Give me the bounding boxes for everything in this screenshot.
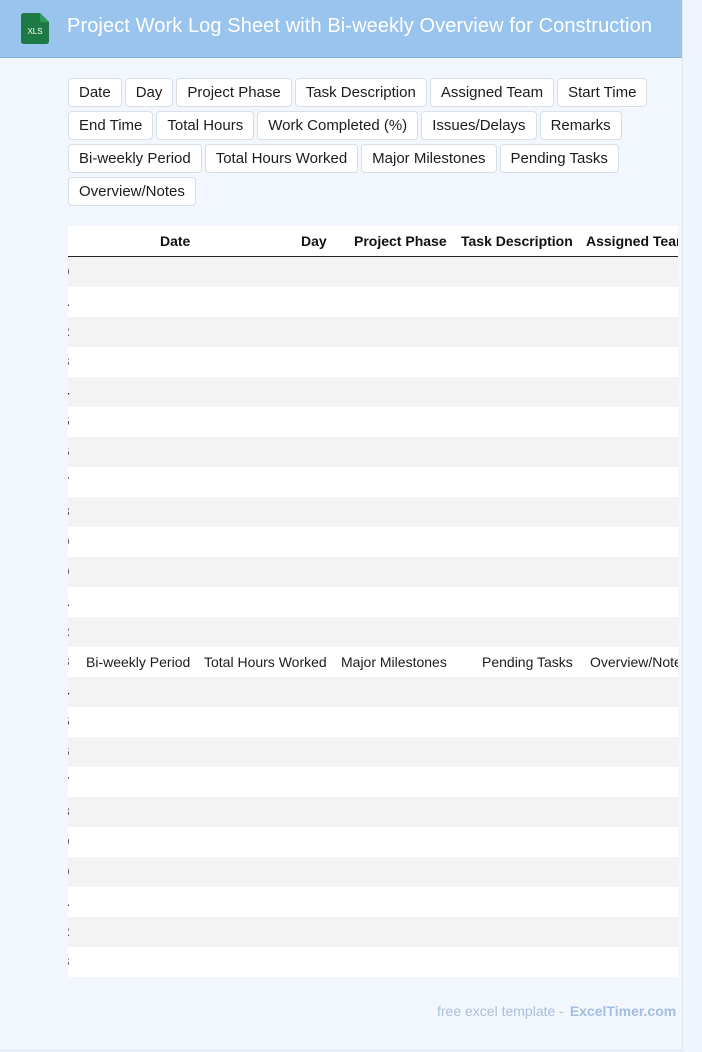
row-number: 7	[68, 774, 69, 789]
column-chip[interactable]: Overview/Notes	[68, 177, 196, 206]
row-number: 3	[68, 654, 69, 669]
row-number: 3	[68, 354, 69, 369]
column-chip[interactable]: Start Time	[557, 78, 648, 107]
table-row[interactable]: 6	[68, 737, 678, 767]
table-row[interactable]: 5	[68, 707, 678, 737]
table-row[interactable]: 8	[68, 497, 678, 527]
row-number: 6	[68, 444, 69, 459]
row-number: 1	[68, 294, 69, 309]
row-number: 4	[68, 684, 69, 699]
column-chip[interactable]: Project Phase	[176, 78, 292, 107]
table-row[interactable]: 1	[68, 287, 678, 317]
column-header-project-phase: Project Phase	[354, 233, 447, 249]
row-number: 8	[68, 504, 69, 519]
table-row[interactable]: 4	[68, 677, 678, 707]
column-header-day: Day	[301, 233, 327, 249]
row-number: 4	[68, 384, 69, 399]
table-row[interactable]: 1	[68, 887, 678, 917]
column-chip[interactable]: Total Hours Worked	[204, 144, 359, 173]
page-frame: XLS Project Work Log Sheet with Bi-weekl…	[0, 0, 683, 1051]
column-chip[interactable]: Work Completed (%)	[257, 111, 419, 140]
column-chip[interactable]: Issues/Delays	[421, 111, 537, 140]
svg-text:XLS: XLS	[27, 27, 42, 36]
footer-brand-link[interactable]: ExcelTimer.com	[570, 1003, 676, 1019]
row-number: 8	[68, 804, 69, 819]
row-number: 5	[68, 714, 69, 729]
column-chip[interactable]: Major Milestones	[361, 144, 497, 173]
row-number: 6	[68, 744, 69, 759]
row-number: 0	[68, 564, 69, 579]
table-row[interactable]: 0	[68, 557, 678, 587]
section-cell[interactable]: Bi-weekly Period	[86, 654, 190, 670]
table-header-row: Date Day Project Phase Task Description …	[68, 226, 678, 257]
table-row[interactable]: 5	[68, 407, 678, 437]
row-number: 2	[68, 924, 69, 939]
data-table: Date Day Project Phase Task Description …	[68, 226, 678, 977]
column-header-task-description: Task Description	[461, 233, 573, 249]
row-number: 2	[68, 624, 69, 639]
column-chip[interactable]: Remarks	[539, 111, 622, 140]
column-chip[interactable]: End Time	[68, 111, 154, 140]
table-row[interactable]: 4	[68, 377, 678, 407]
table-row[interactable]: 3	[68, 947, 678, 977]
column-chip-list: Date Day Project Phase Task Description Assi…	[68, 78, 668, 206]
table-row[interactable]: 1	[68, 587, 678, 617]
column-header-assigned-team: Assigned Team	[586, 233, 678, 249]
table-row[interactable]: 0	[68, 257, 678, 287]
page-header: XLS Project Work Log Sheet with Bi-weekl…	[0, 0, 682, 58]
column-chip[interactable]: Day	[124, 78, 174, 107]
column-chip[interactable]: Date	[68, 78, 122, 107]
section-cell[interactable]: Overview/Notes	[590, 654, 678, 670]
row-number: 7	[68, 474, 69, 489]
row-number: 3	[68, 954, 69, 969]
section-cell[interactable]: Pending Tasks	[482, 654, 573, 670]
table-row[interactable]: 9	[68, 527, 678, 557]
table-row[interactable]: 0	[68, 857, 678, 887]
column-header-date: Date	[160, 233, 191, 249]
row-number: 1	[68, 594, 69, 609]
table-row[interactable]: 2	[68, 917, 678, 947]
row-number: 2	[68, 324, 69, 339]
table-row[interactable]: 6	[68, 437, 678, 467]
column-chip[interactable]: Task Description	[294, 78, 427, 107]
row-number: 5	[68, 414, 69, 429]
table-row[interactable]: 2	[68, 617, 678, 647]
section-cell[interactable]: Total Hours Worked	[204, 654, 327, 670]
column-chip[interactable]: Total Hours	[156, 111, 255, 140]
table-row[interactable]: 9	[68, 827, 678, 857]
column-chip[interactable]: Pending Tasks	[499, 144, 619, 173]
page-title: Project Work Log Sheet with Bi-weekly Ov…	[67, 15, 653, 37]
row-number: 9	[68, 834, 69, 849]
section-cell[interactable]: Major Milestones	[341, 654, 447, 670]
row-number: 0	[68, 264, 69, 279]
footer-credit: free excel template - ExcelTimer.com	[437, 1003, 676, 1019]
row-number: 0	[68, 864, 69, 879]
table-row[interactable]: 3	[68, 347, 678, 377]
footer-text: free excel template -	[437, 1003, 564, 1019]
row-number: 1	[68, 894, 69, 909]
xls-file-icon: XLS	[21, 13, 49, 44]
table-row[interactable]: 3 Bi-weekly Period Total Hours Worked Major…	[68, 647, 678, 677]
column-chip[interactable]: Bi-weekly Period	[68, 144, 202, 173]
table-row[interactable]: 7	[68, 767, 678, 797]
column-chip[interactable]: Assigned Team	[429, 78, 555, 107]
table-row[interactable]: 2	[68, 317, 678, 347]
table-row[interactable]: 8	[68, 797, 678, 827]
row-number: 9	[68, 534, 69, 549]
table-row[interactable]: 7	[68, 467, 678, 497]
